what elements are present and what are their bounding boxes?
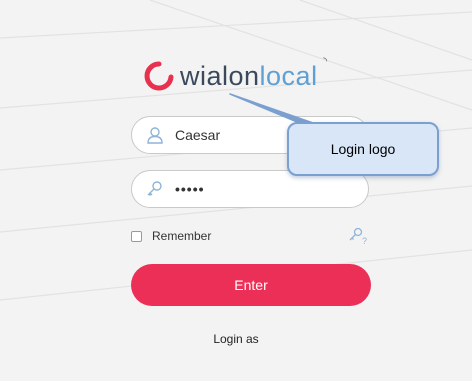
remember-control[interactable]: Remember bbox=[131, 229, 211, 243]
logo: wialonlocal ◝ bbox=[144, 56, 327, 96]
login-as-link[interactable]: Login as bbox=[0, 332, 472, 346]
username-value: Caesar bbox=[175, 127, 221, 143]
key-icon bbox=[147, 181, 162, 196]
password-value: ••••• bbox=[175, 181, 205, 197]
logo-text: wialonlocal ◝ bbox=[180, 56, 327, 91]
logo-brand-main: wialon bbox=[180, 60, 260, 91]
enter-button[interactable]: Enter bbox=[131, 264, 371, 306]
callout-tooltip: Login logo bbox=[287, 122, 439, 176]
wialon-mark-icon bbox=[144, 61, 174, 91]
remember-checkbox[interactable] bbox=[131, 230, 142, 242]
remember-label: Remember bbox=[152, 229, 212, 243]
logo-brand-accent: local bbox=[259, 60, 318, 91]
svg-text:?: ? bbox=[362, 236, 367, 246]
key-user-icon[interactable]: ? bbox=[348, 226, 370, 246]
signal-icon: ◝ bbox=[323, 55, 328, 67]
user-icon bbox=[147, 127, 163, 144]
